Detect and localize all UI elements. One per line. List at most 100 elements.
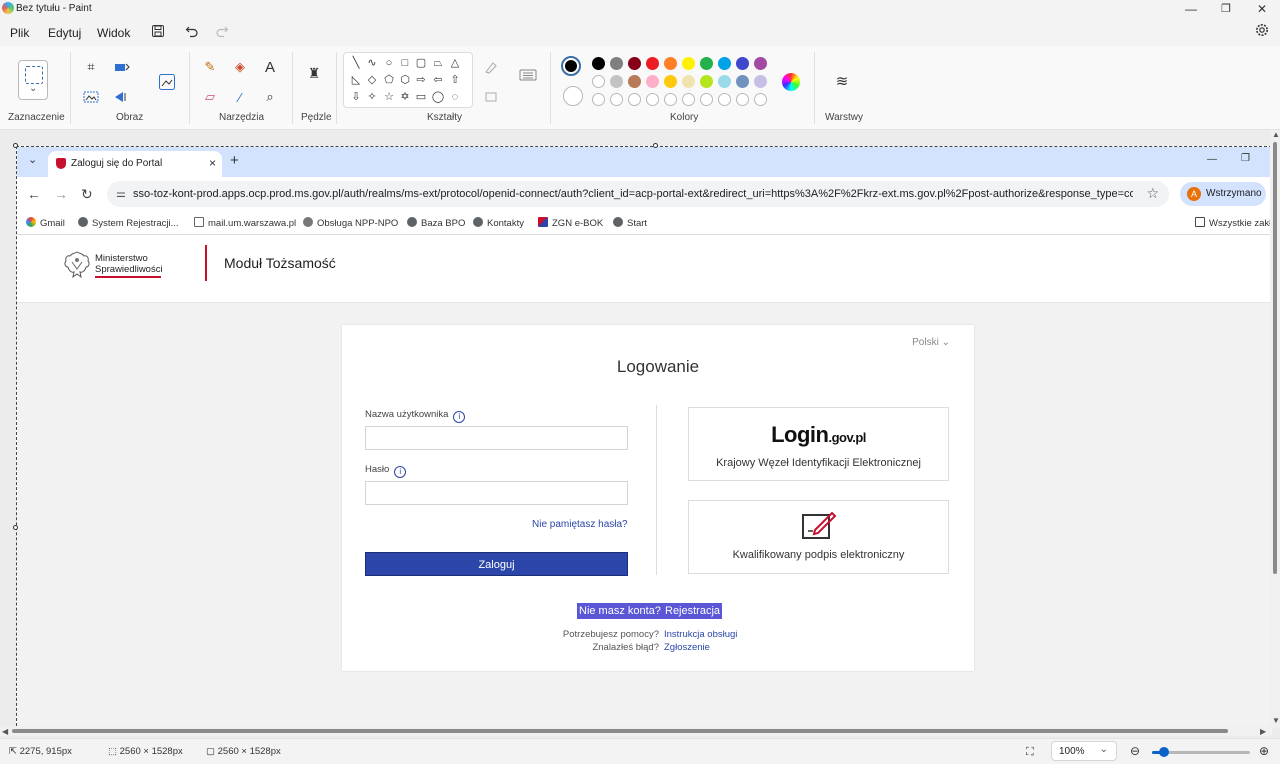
image-edit-icon[interactable] bbox=[157, 72, 177, 92]
shape-diamond-icon[interactable]: ◇ bbox=[365, 73, 379, 87]
color-swatch[interactable] bbox=[664, 57, 677, 70]
shape-callout-oval-icon[interactable]: ◯ bbox=[431, 90, 445, 104]
qualified-signature-option[interactable]: Kwalifikowany podpis elektroniczny bbox=[688, 500, 949, 574]
browser-tab[interactable]: Zaloguj się do Portal × bbox=[48, 151, 222, 177]
custom-color-slot[interactable] bbox=[592, 93, 605, 106]
flip-icon[interactable] bbox=[113, 88, 131, 106]
shape-line-icon[interactable]: ╲ bbox=[349, 56, 363, 70]
shape-curve-icon[interactable]: ∿ bbox=[365, 56, 379, 70]
shape-rectangle-icon[interactable]: □ bbox=[398, 56, 412, 70]
ministry-logo[interactable]: Ministerstwo Sprawiedliwości bbox=[63, 249, 163, 289]
menu-file[interactable]: Plik bbox=[10, 26, 29, 40]
bug-report-link[interactable]: Zgłoszenie bbox=[664, 642, 710, 653]
eraser-icon[interactable]: ▱ bbox=[201, 88, 219, 106]
color-swatch[interactable] bbox=[736, 75, 749, 88]
horizontal-scrollbar[interactable]: ◀ ▶ bbox=[0, 726, 1270, 736]
custom-color-slot[interactable] bbox=[682, 93, 695, 106]
color-swatch[interactable] bbox=[628, 75, 641, 88]
text-tool-icon[interactable]: A bbox=[261, 58, 279, 76]
shape-right-triangle-icon[interactable]: ◺ bbox=[349, 73, 363, 87]
scroll-up-arrow-icon[interactable]: ▲ bbox=[1272, 130, 1280, 139]
color-swatch[interactable] bbox=[718, 75, 731, 88]
site-info-icon[interactable]: ⚌ bbox=[116, 187, 126, 200]
color-picker-icon[interactable]: ⁄ bbox=[231, 88, 249, 106]
color-swatch[interactable] bbox=[700, 75, 713, 88]
bookmark-star-icon[interactable]: ☆ bbox=[1146, 185, 1159, 202]
shape-pentagon-icon[interactable]: ⬠ bbox=[382, 73, 396, 87]
color-swatch[interactable] bbox=[754, 57, 767, 70]
color-swatch[interactable] bbox=[646, 75, 659, 88]
color-swatch[interactable] bbox=[592, 57, 605, 70]
custom-color-slot[interactable] bbox=[700, 93, 713, 106]
scroll-left-arrow-icon[interactable]: ◀ bbox=[2, 727, 8, 736]
back-arrow-icon[interactable]: ← bbox=[27, 186, 41, 202]
paint-canvas[interactable]: ⌄ Zaloguj się do Portal × + — ❐ ← → ↻ ⚌ … bbox=[16, 146, 1272, 736]
pencil-icon[interactable]: ✎ bbox=[201, 58, 219, 76]
zoom-slider[interactable] bbox=[1152, 747, 1250, 757]
close-tab-icon[interactable]: × bbox=[209, 156, 216, 170]
custom-color-slot[interactable] bbox=[754, 93, 767, 106]
register-link[interactable]: Rejestracja bbox=[663, 603, 723, 619]
magnifier-icon[interactable]: ⌕ bbox=[261, 88, 279, 106]
help-manual-link[interactable]: Instrukcja obsługi bbox=[664, 629, 737, 640]
minimize-button[interactable]: — bbox=[1181, 1, 1201, 17]
color-swatch[interactable] bbox=[610, 75, 623, 88]
shape-star5-icon[interactable]: ☆ bbox=[382, 90, 396, 104]
maximize-button[interactable]: ❐ bbox=[1216, 1, 1236, 17]
crop-icon[interactable]: ⌗ bbox=[82, 58, 100, 76]
shape-arrow-up-icon[interactable]: ⇧ bbox=[448, 73, 462, 87]
bookmark-kontakty[interactable]: Kontakty bbox=[473, 217, 524, 229]
custom-color-slot[interactable] bbox=[664, 93, 677, 106]
reload-icon[interactable]: ↻ bbox=[81, 186, 93, 203]
vertical-scrollbar[interactable]: ▲ ▼ bbox=[1270, 130, 1280, 728]
resize-handle-top-left[interactable] bbox=[13, 143, 18, 148]
shape-callout-rect-icon[interactable]: ▭ bbox=[414, 90, 428, 104]
zoom-slider-knob[interactable] bbox=[1158, 747, 1169, 757]
shape-rounded-rect-icon[interactable]: ▢ bbox=[414, 56, 428, 70]
color-swatch[interactable] bbox=[646, 57, 659, 70]
select-region-icon[interactable] bbox=[82, 88, 100, 106]
shape-triangle-icon[interactable]: △ bbox=[448, 56, 462, 70]
zoom-in-icon[interactable]: ⊕ bbox=[1259, 744, 1269, 758]
save-icon[interactable] bbox=[150, 24, 166, 40]
custom-color-slot[interactable] bbox=[628, 93, 641, 106]
color-swatch[interactable] bbox=[754, 75, 767, 88]
layers-icon[interactable]: ≋ bbox=[833, 72, 851, 90]
shape-arrow-down-icon[interactable]: ⇩ bbox=[349, 90, 363, 104]
line-size-icon[interactable] bbox=[519, 66, 537, 84]
settings-gear-icon[interactable] bbox=[1254, 23, 1270, 39]
scroll-right-arrow-icon[interactable]: ▶ bbox=[1260, 727, 1266, 736]
username-info-icon[interactable]: i bbox=[453, 411, 466, 423]
edit-colors-wheel-icon[interactable] bbox=[782, 73, 800, 91]
color-swatch[interactable] bbox=[718, 57, 731, 70]
color-swatch[interactable] bbox=[682, 57, 695, 70]
color-swatch[interactable] bbox=[700, 57, 713, 70]
shape-callout-cloud-icon[interactable]: ◌ bbox=[448, 90, 462, 104]
color-swatch[interactable] bbox=[664, 75, 677, 88]
browser-minimize-button[interactable]: — bbox=[1207, 154, 1217, 165]
bookmark-mail-um[interactable]: mail.um.warszawa.pl bbox=[194, 217, 296, 229]
color-swatch[interactable] bbox=[628, 57, 641, 70]
tab-search-chevron-icon[interactable]: ⌄ bbox=[28, 153, 37, 166]
scroll-down-arrow-icon[interactable]: ▼ bbox=[1272, 716, 1280, 725]
resize-icon[interactable] bbox=[113, 58, 131, 76]
color-swatch[interactable] bbox=[592, 75, 605, 88]
shape-star6-icon[interactable]: ✡ bbox=[398, 90, 412, 104]
password-input[interactable] bbox=[365, 481, 628, 505]
new-tab-button[interactable]: + bbox=[230, 152, 239, 169]
bookmark-zgn-ebok[interactable]: ZGN e-BOK bbox=[538, 217, 603, 229]
fit-to-window-icon[interactable]: ⛶ bbox=[1026, 746, 1034, 759]
password-info-icon[interactable]: i bbox=[394, 466, 407, 478]
bookmark-gmail[interactable]: Gmail bbox=[26, 217, 65, 229]
bookmark-start[interactable]: Start bbox=[613, 217, 647, 229]
shape-outline-icon[interactable] bbox=[482, 58, 500, 76]
shape-arrow-right-icon[interactable]: ⇨ bbox=[414, 73, 428, 87]
custom-color-slot[interactable] bbox=[718, 93, 731, 106]
username-input[interactable] bbox=[365, 426, 628, 450]
language-selector[interactable]: Polski ⌄ bbox=[912, 337, 950, 348]
undo-icon[interactable] bbox=[184, 24, 200, 40]
brush-icon[interactable]: ♜ bbox=[305, 64, 323, 82]
shape-polygon-icon[interactable]: ⏢ bbox=[431, 56, 445, 70]
profile-button[interactable]: A Wstrzymano bbox=[1180, 182, 1266, 206]
login-button[interactable]: Zaloguj bbox=[365, 552, 628, 576]
